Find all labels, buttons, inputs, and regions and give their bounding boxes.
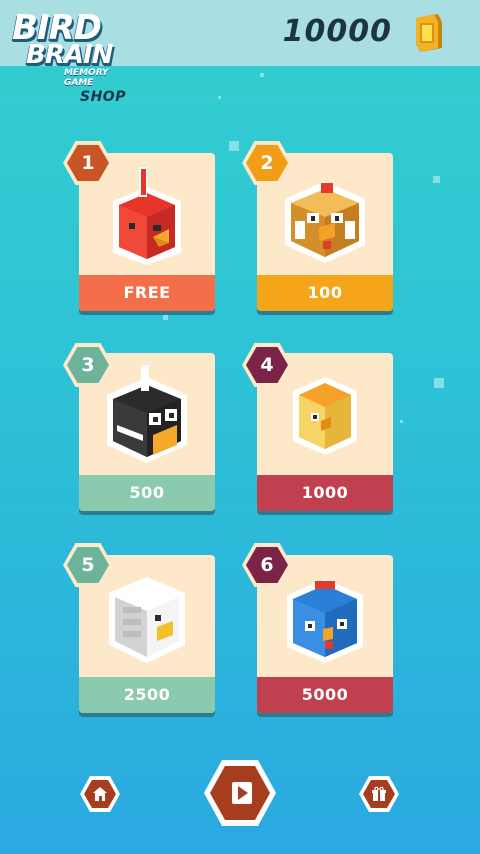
yellow-chick-icon xyxy=(293,377,357,455)
home-button[interactable] xyxy=(80,776,120,812)
price-label: 100 xyxy=(257,275,393,311)
particle xyxy=(218,96,221,99)
item-number: 5 xyxy=(67,547,109,583)
price-label: FREE xyxy=(79,275,215,311)
gift-icon xyxy=(372,786,386,801)
coin-balance: 10000 xyxy=(282,14,392,49)
page-title: SHOP xyxy=(80,89,126,105)
item-number: 1 xyxy=(67,145,109,181)
game-logo: BIRD BRAIN MEMORY GAME xyxy=(10,8,140,98)
price-label: 2500 xyxy=(79,677,215,713)
blue-bird-icon xyxy=(287,579,363,663)
home-icon xyxy=(93,787,107,801)
play-icon xyxy=(232,782,252,804)
particle xyxy=(260,73,264,77)
item-number: 6 xyxy=(246,547,288,583)
item-number: 4 xyxy=(246,347,288,383)
coin-icon xyxy=(416,14,442,52)
red-bird-icon xyxy=(113,167,181,265)
item-number: 3 xyxy=(67,347,109,383)
logo-line-2: BRAIN xyxy=(26,40,113,70)
logo-subtitle: MEMORY GAME xyxy=(64,68,109,88)
price-label: 1000 xyxy=(257,475,393,511)
white-bird-icon xyxy=(109,577,185,663)
play-button[interactable] xyxy=(204,760,276,826)
particle xyxy=(433,176,440,183)
particle xyxy=(163,315,168,320)
item-number: 2 xyxy=(246,145,288,181)
chicken-icon xyxy=(285,181,365,263)
gift-button[interactable] xyxy=(359,776,399,812)
price-label: 500 xyxy=(79,475,215,511)
penguin-icon xyxy=(107,365,187,463)
particle xyxy=(400,420,403,423)
particle xyxy=(434,378,444,388)
particle xyxy=(229,141,239,151)
price-label: 5000 xyxy=(257,677,393,713)
